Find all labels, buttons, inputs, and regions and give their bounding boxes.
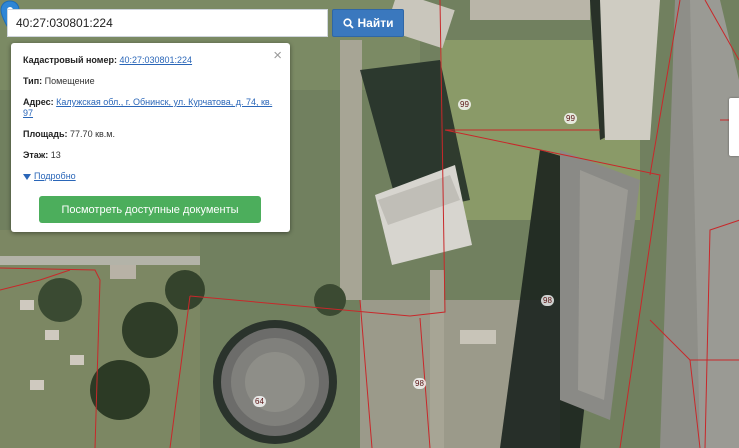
type-row: Тип: Помещение	[23, 76, 280, 87]
area-row: Площадь: 77.70 кв.м.	[23, 129, 280, 140]
search-button[interactable]: Найти	[332, 9, 404, 37]
search-icon	[342, 17, 354, 29]
floor-value: 13	[50, 150, 61, 160]
triangle-down-icon	[23, 173, 31, 180]
map-zoom-control[interactable]	[729, 98, 739, 156]
view-documents-button[interactable]: Посмотреть доступные документы	[39, 196, 261, 223]
search-input[interactable]	[7, 9, 328, 37]
details-toggle[interactable]: Подробно	[23, 171, 76, 182]
details-row: Подробно	[23, 171, 280, 183]
parcel-label: 99	[564, 113, 577, 124]
cadastral-row: Кадастровый номер: 40:27:030801:224	[23, 55, 280, 66]
parcel-label: 98	[413, 378, 426, 389]
close-icon[interactable]: ×	[273, 48, 282, 63]
area-label: Площадь:	[23, 129, 68, 139]
parcel-info-popup: × Кадастровый номер: 40:27:030801:224 Ти…	[11, 43, 290, 232]
floor-label: Этаж:	[23, 150, 49, 160]
parcel-label: 98	[541, 295, 554, 306]
address-link[interactable]: Калужская обл., г. Обнинск, ул. Курчатов…	[23, 97, 272, 118]
details-toggle-label: Подробно	[34, 171, 76, 181]
address-label: Адрес:	[23, 97, 54, 107]
cadastral-label: Кадастровый номер:	[23, 55, 117, 65]
floor-row: Этаж: 13	[23, 150, 280, 161]
cadastral-number-link[interactable]: 40:27:030801:224	[119, 55, 192, 65]
parcel-label: 64	[253, 396, 266, 407]
address-row: Адрес: Калужская обл., г. Обнинск, ул. К…	[23, 97, 280, 119]
type-value: Помещение	[44, 76, 95, 86]
type-label: Тип:	[23, 76, 43, 86]
search-button-label: Найти	[357, 16, 394, 30]
parcel-label: 99	[458, 99, 471, 110]
search-bar: Найти	[7, 9, 404, 37]
area-value: 77.70 кв.м.	[70, 129, 115, 139]
